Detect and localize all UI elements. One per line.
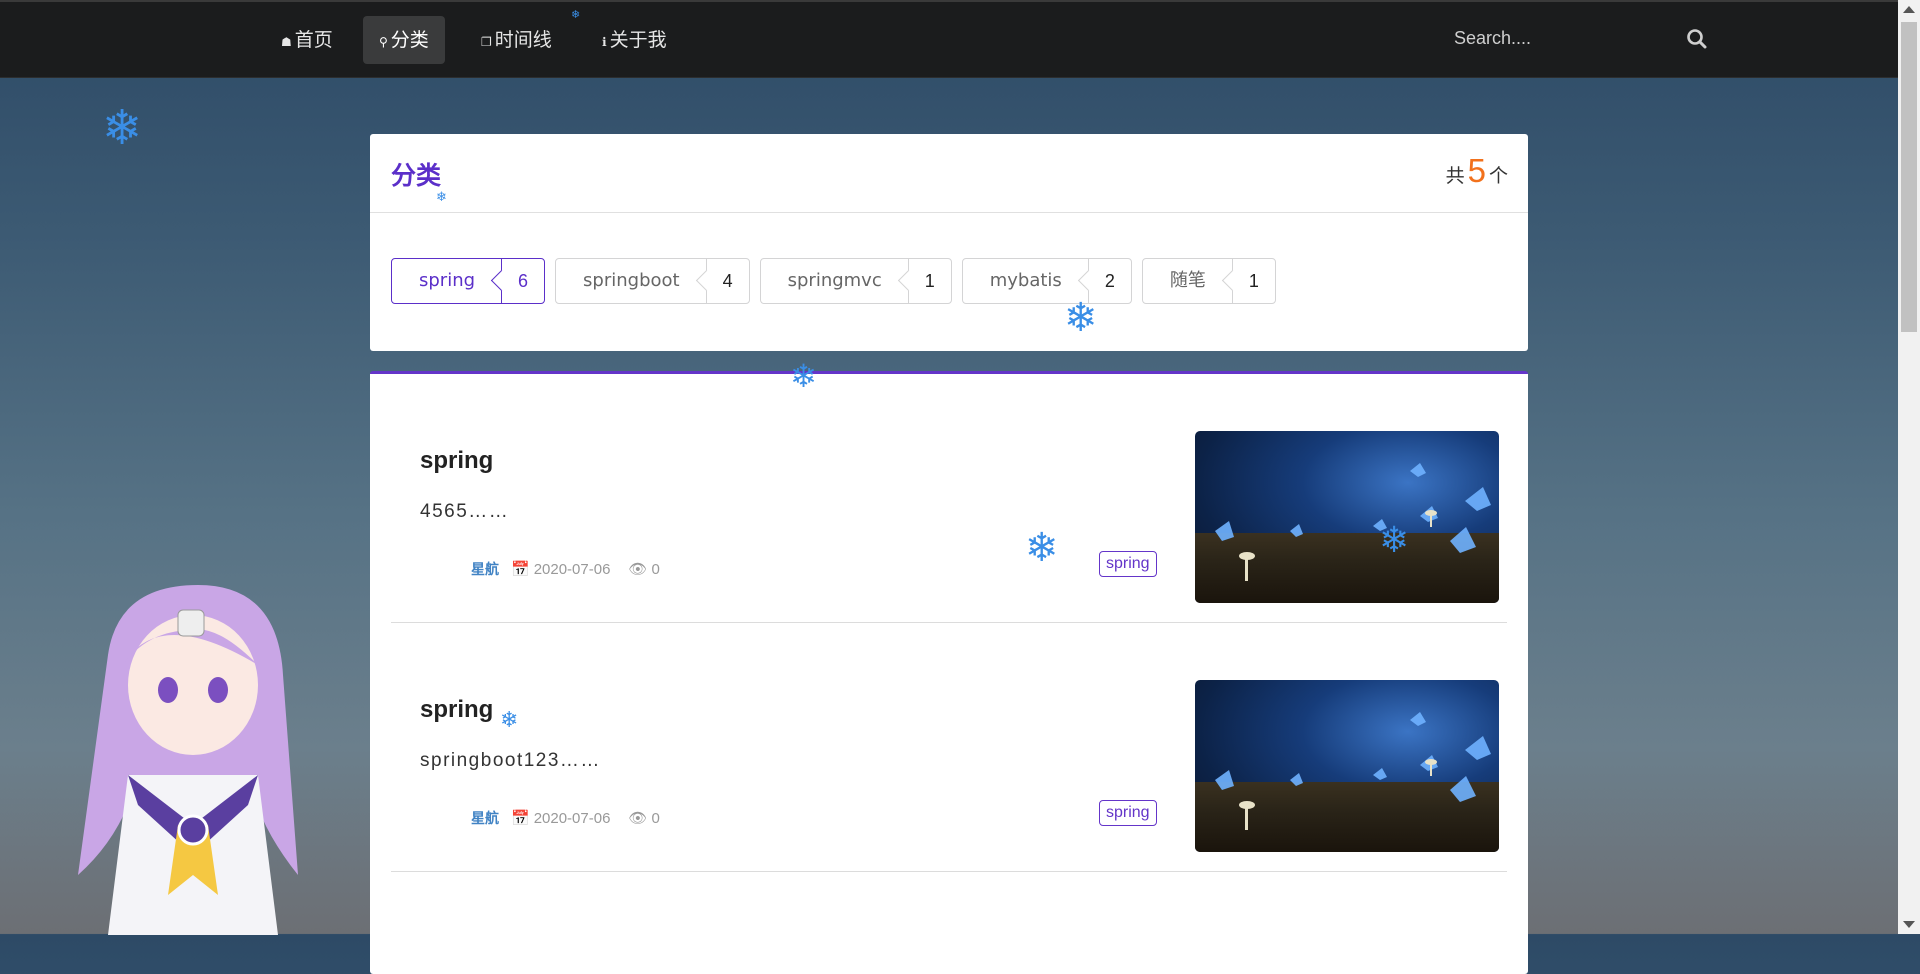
snowflake-icon: ❄ [102, 100, 143, 156]
post-thumbnail[interactable] [1195, 680, 1499, 852]
posts-card: spring 4565…… 星航 📅 2020-07-06 👁 0 spring [370, 371, 1528, 974]
category-label-springmvc[interactable]: springmvc 1 [759, 258, 952, 304]
post-meta: 星航 📅 2020-07-06 👁 0 [471, 808, 660, 828]
search-icon[interactable] [1686, 28, 1708, 50]
page-title: 分类 [391, 161, 442, 190]
count-prefix: 共 [1445, 165, 1465, 187]
snowflake-icon: ❄ [1025, 525, 1059, 571]
scroll-down-arrow-icon[interactable] [1903, 921, 1915, 928]
nav-item-label: 时间线 [494, 29, 552, 51]
info-icon: ℹ [602, 35, 607, 49]
category-label-springboot[interactable]: springboot 4 [555, 258, 750, 304]
post-views: 0 [651, 560, 660, 578]
snowflake-icon: ❄ [571, 8, 581, 21]
post-thumbnail[interactable] [1195, 431, 1499, 603]
post-date: 2020-07-06 [533, 560, 611, 578]
snowflake-icon: ❄ [436, 190, 447, 205]
post-title[interactable]: spring [420, 696, 493, 724]
category-label-name: springboot [583, 270, 680, 291]
snowflake-icon: ❄ [1379, 520, 1410, 561]
nav-item-label: 分类 [390, 29, 429, 51]
post-tag[interactable]: spring [1099, 800, 1157, 826]
scroll-up-arrow-icon[interactable] [1903, 6, 1915, 13]
anime-character-mascot [78, 585, 298, 935]
category-label-count: 6 [501, 259, 544, 303]
category-label-name: 随笔 [1169, 270, 1206, 291]
top-navbar: ☗ 首页 ⚲ 分类 ❐ 时间线 ℹ 关于我 [0, 0, 1898, 78]
categories-card: 分类 共5 个 spring 6 springboot 4 springmvc 1… [370, 134, 1528, 351]
search-box [1440, 16, 1710, 64]
page-scrollbar[interactable] [1898, 0, 1920, 934]
category-label-count: 1 [907, 259, 951, 303]
clone-icon: ❐ [481, 35, 492, 49]
calendar-icon: 📅 [511, 810, 530, 827]
location-pin-icon: ⚲ [379, 35, 388, 49]
count-suffix: 个 [1488, 165, 1508, 187]
category-label-count: 4 [705, 259, 749, 303]
category-label-notes[interactable]: 随笔 1 [1141, 258, 1276, 304]
category-label-name: spring [419, 270, 476, 291]
home-icon: ☗ [281, 35, 292, 49]
eye-icon: 👁 [628, 810, 648, 827]
category-label-mybatis[interactable]: mybatis 2 [961, 258, 1132, 304]
post-author[interactable]: 星航 [471, 559, 499, 579]
snowflake-icon: ❄ [1064, 295, 1098, 341]
post-excerpt: springboot123…… [420, 750, 601, 771]
post-date: 2020-07-06 [533, 809, 611, 827]
butterfly-illustration [1215, 712, 1491, 830]
nav-item-label: 首页 [294, 29, 333, 51]
post-item: spring 4565…… 星航 📅 2020-07-06 👁 0 spring [391, 374, 1507, 623]
eye-icon: 👁 [628, 561, 648, 578]
snowflake-icon: ❄ [500, 708, 519, 733]
post-excerpt: 4565…… [420, 501, 510, 522]
search-input[interactable] [1440, 16, 1668, 61]
post-item: spring springboot123…… 星航 📅 2020-07-06 👁… [391, 623, 1507, 872]
butterfly-illustration [1215, 463, 1491, 581]
scroll-thumb[interactable] [1901, 22, 1917, 332]
post-author[interactable]: 星航 [471, 808, 499, 828]
snowflake-icon: ❄ [790, 357, 817, 395]
nav-item-label: 关于我 [609, 29, 667, 51]
post-views: 0 [651, 809, 660, 827]
nav-item-home[interactable]: ☗ 首页 [265, 16, 349, 64]
categories-header: 分类 共5 个 [370, 134, 1528, 213]
category-count-number: 5 [1467, 152, 1486, 189]
category-label-spring[interactable]: spring 6 [391, 258, 546, 304]
category-total: 共5 个 [1446, 152, 1508, 190]
nav-item-categories[interactable]: ⚲ 分类 [363, 16, 445, 64]
category-label-count: 1 [1231, 259, 1275, 303]
post-tag[interactable]: spring [1099, 551, 1157, 577]
nav-item-about[interactable]: ℹ 关于我 [586, 16, 683, 64]
post-meta: 星航 📅 2020-07-06 👁 0 [471, 559, 660, 579]
calendar-icon: 📅 [511, 561, 530, 578]
post-title[interactable]: spring [420, 447, 493, 475]
category-labels: spring 6 springboot 4 springmvc 1 mybati… [391, 258, 1276, 304]
category-label-name: springmvc [787, 270, 882, 291]
nav-item-timeline[interactable]: ❐ 时间线 [465, 16, 568, 64]
